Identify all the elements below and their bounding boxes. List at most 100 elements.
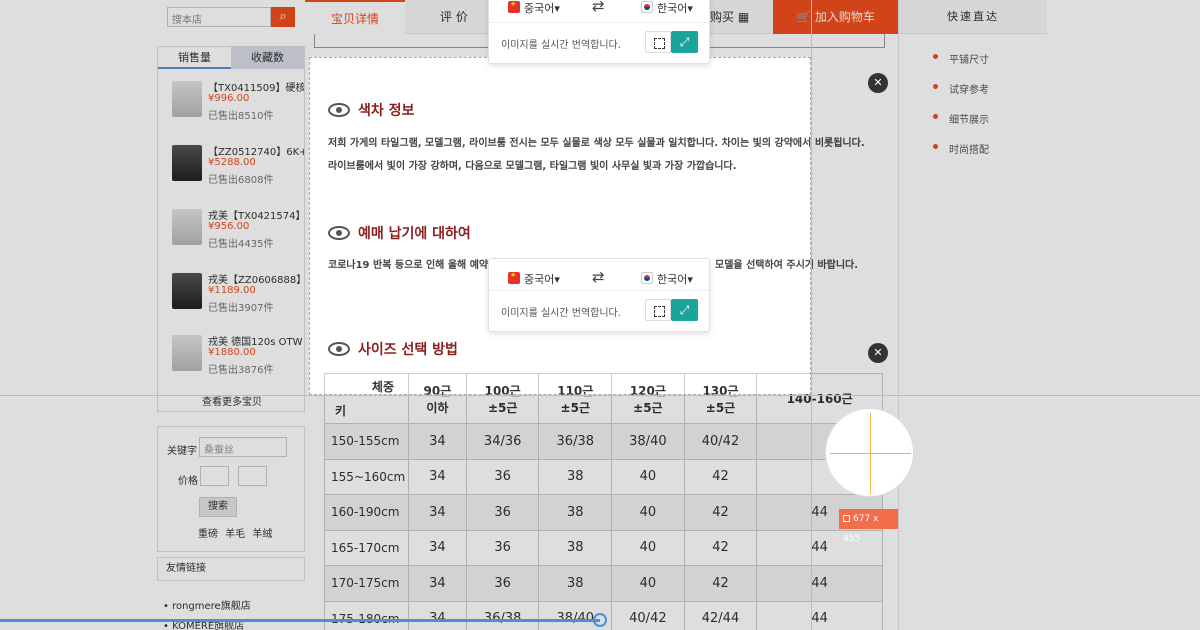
swap-icon[interactable]: ⇄ [592,268,605,286]
bullet-icon [933,84,938,89]
translator-popup: 중국어▾ ⇄ 한국어▾ 이미지를 실시간 번역합니다. ⤢ [488,0,710,64]
tab-reviews[interactable]: 评 价 [440,0,468,34]
table-cell: 42 [683,458,758,495]
qr-icon: ▦ [737,10,750,24]
list-item[interactable]: 戎美【TX0421574】 ¥956.00 已售出4435件 [168,205,304,261]
product-sold: 已售出6808件 [208,175,274,186]
price-max-input[interactable] [238,466,267,486]
quick-nav-title: 快速直达 [899,0,1047,34]
table-row: 155~160cm 34 36 38 40 42 [324,458,883,495]
product-thumbnail[interactable] [172,273,202,309]
source-language-dropdown[interactable]: 중국어▾ [524,0,560,16]
table-cell: 34 [408,600,467,630]
friend-link-label[interactable]: rongmere旗舰店 [172,601,251,612]
search-icon[interactable]: ⌕ [271,7,295,27]
filter-search-button[interactable]: 搜索 [199,497,237,517]
crosshair-guide-vertical [811,0,812,630]
cart-icon: 🛒 [796,10,812,24]
table-cell: 34 [408,423,467,460]
table-cell: 42 [683,529,758,566]
row-header: 155~160cm [324,458,409,495]
keyword-input[interactable]: 桑蚕丝 [199,437,287,457]
table-cell: 36/38 [465,600,540,630]
table-cell: 40 [611,494,685,531]
capture-selection[interactable] [309,57,811,395]
tab-sales[interactable]: 销售量 [158,47,231,69]
quick-nav-item[interactable]: 细节展示 [949,111,989,126]
row-header: 160-190cm [324,494,409,531]
table-cell: 36/38 [538,423,613,460]
product-price: ¥1189.00 [208,285,256,296]
select-area-icon[interactable] [645,299,671,321]
source-language-dropdown[interactable]: 중국어▾ [524,271,560,287]
table-cell: 36 [465,565,540,602]
row-header: 175-180cm [324,600,409,630]
shop-search-input[interactable]: 搜本店 [167,7,271,27]
target-language-dropdown[interactable]: 한국어▾ [657,271,693,287]
product-thumbnail[interactable] [172,81,202,117]
add-to-cart-label: 加入购物车 [814,10,875,24]
product-title[interactable]: 戎美【ZZ0606888】 [208,271,304,286]
table-cell: 44 [756,565,883,602]
table-row: 170-175cm 34 36 38 40 42 44 [324,565,883,602]
target-language-dropdown[interactable]: 한국어▾ [657,0,693,16]
table-cell: 40 [611,458,685,495]
product-title[interactable]: 【TX0411509】硬核 [208,79,304,94]
selection-size-badge: 677 x 455 [839,509,898,544]
tab-buy[interactable]: 购买 ▦ [710,0,749,34]
friend-link[interactable]: • rongmere旗舰店 [163,597,251,612]
quick-nav-item[interactable]: 试穿参考 [949,81,989,96]
product-thumbnail[interactable] [172,335,202,371]
product-title[interactable]: 【ZZ0512740】6K+ [208,143,304,158]
table-cell: 38 [538,458,613,495]
quick-nav-item[interactable]: 平铺尺寸 [949,51,989,66]
list-item[interactable]: 戎美 德国120s OTW ¥1880.00 已售出3876件 [168,331,304,387]
select-area-icon[interactable] [645,31,671,53]
progress-knob[interactable] [593,613,607,627]
list-item[interactable]: 【ZZ0512740】6K+ ¥5288.00 已售出6808件 [168,141,304,197]
bullet-icon [933,144,938,149]
close-icon[interactable]: ✕ [868,73,888,93]
table-cell: 34/36 [465,423,540,460]
table-cell: 38 [538,565,613,602]
table-cell: 42/44 [683,600,758,630]
tab-favorites[interactable]: 收藏数 [231,47,304,69]
language-row: 중국어▾ ⇄ 한국어▾ [489,0,709,23]
add-to-cart-button[interactable]: 🛒 加入购物车 [773,0,898,34]
tab-detail[interactable]: 宝贝详情 [305,0,405,34]
table-cell: 40/42 [683,423,758,460]
source-language-label[interactable]: 중국어 [524,2,554,15]
product-title[interactable]: 戎美 德国120s OTW [208,333,304,348]
friend-link-label[interactable]: KOMERE旗舰店 [172,621,244,630]
target-language-label[interactable]: 한국어 [657,273,687,286]
list-item[interactable]: 【TX0411509】硬核 ¥996.00 已售出8510件 [168,77,304,133]
swap-icon[interactable]: ⇄ [592,0,605,15]
product-thumbnail[interactable] [172,145,202,181]
progress-bar [0,619,600,622]
filter-tags[interactable]: 重磅 羊毛 羊绒 [198,525,272,540]
quick-nav: 快速直达 平铺尺寸 试穿参考 细节展示 时尚搭配 [898,0,1047,630]
fullscreen-translate-icon[interactable]: ⤢ [671,299,698,321]
bullet-icon [933,54,938,59]
product-price: ¥1880.00 [208,347,256,358]
product-thumbnail[interactable] [172,209,202,245]
table-cell: 34 [408,494,467,531]
table-cell: 34 [408,458,467,495]
table-cell: 40 [611,529,685,566]
price-min-input[interactable] [200,466,229,486]
product-price: ¥996.00 [208,93,250,104]
quick-nav-item[interactable]: 时尚搭配 [949,141,989,156]
table-cell: 38 [538,529,613,566]
square-icon [843,515,850,522]
translate-hint: 이미지를 실시간 번역합니다. [501,308,621,319]
tab-buy-label[interactable]: 购买 [710,10,734,24]
fullscreen-translate-icon[interactable]: ⤢ [671,31,698,53]
target-language-label[interactable]: 한국어 [657,2,687,15]
source-language-label[interactable]: 중국어 [524,273,554,286]
list-item[interactable]: 戎美【ZZ0606888】 ¥1189.00 已售出3907件 [168,269,304,325]
table-row: 165-170cm 34 36 38 40 42 44 [324,529,883,566]
product-title[interactable]: 戎美【TX0421574】 [208,207,304,222]
rank-tabs: 销售量 收藏数 [158,47,304,69]
close-icon[interactable]: ✕ [868,343,888,363]
product-sold: 已售出3876件 [208,365,274,376]
